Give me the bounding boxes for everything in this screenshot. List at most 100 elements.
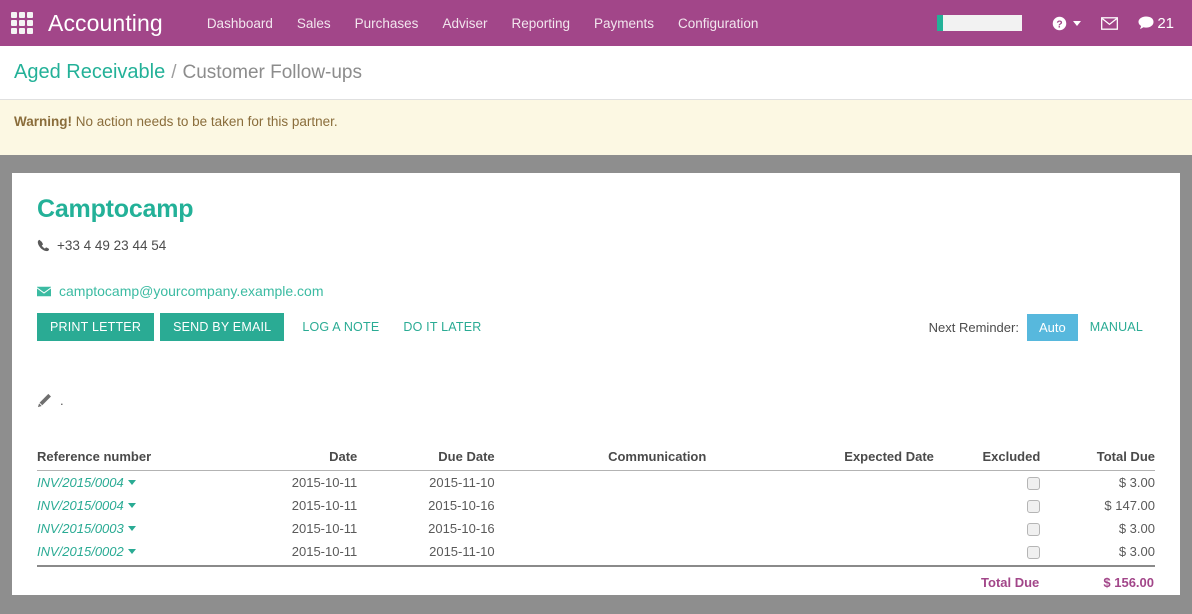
cell-expected-date [706,471,934,495]
cell-communication [495,517,707,540]
breadcrumb-current: Customer Follow-ups [183,62,363,84]
cell-excluded [934,517,1040,540]
help-menu-button[interactable]: ? [1042,10,1091,37]
invoice-link[interactable]: INV/2015/0003 [37,521,124,536]
menu-item-reporting[interactable]: Reporting [499,10,582,37]
chevron-down-icon [1073,21,1081,26]
warning-banner: Warning! No action needs to be taken for… [0,100,1192,155]
next-reminder-label: Next Reminder: [929,320,1019,335]
log-a-note-button[interactable]: LOG A NOTE [290,313,391,341]
header-total-due[interactable]: Total Due [1040,449,1155,471]
breadcrumb-separator: / [171,62,176,84]
partner-email-link[interactable]: camptocamp@yourcompany.example.com [59,283,324,299]
table-footer-row: Total Due $ 156.00 [37,566,1155,591]
send-by-email-button[interactable]: SEND BY EMAIL [160,313,284,341]
pencil-icon[interactable] [37,393,52,408]
cell-date: 2015-10-11 [290,471,357,495]
followup-table: Reference number Date Due Date Communica… [37,449,1155,591]
reminder-manual-button[interactable]: MANUAL [1078,313,1155,341]
header-reference[interactable]: Reference number [37,449,290,471]
do-it-later-button[interactable]: DO IT LATER [391,313,493,341]
action-buttons-row: PRINT LETTER SEND BY EMAIL LOG A NOTE DO… [37,313,1155,341]
header-expected-date[interactable]: Expected Date [706,449,934,471]
partner-phone: +33 4 49 23 44 54 [57,238,166,253]
phone-icon [37,239,50,252]
footer-spacer-1 [37,566,290,591]
navbar-right-tools: ? 21 [937,0,1184,46]
invoice-link[interactable]: INV/2015/0004 [37,475,124,490]
chevron-down-icon[interactable] [128,480,136,485]
cell-total-due: $ 3.00 [1040,540,1155,566]
cell-total-due: $ 3.00 [1040,517,1155,540]
cell-reference: INV/2015/0004 [37,471,290,495]
menu-item-purchases[interactable]: Purchases [343,10,431,37]
header-excluded[interactable]: Excluded [934,449,1040,471]
footer-spacer-5 [706,566,934,591]
table-footer: Total Due $ 156.00 [37,566,1155,591]
chevron-down-icon[interactable] [128,503,136,508]
mail-button[interactable] [1091,11,1128,36]
table-row: INV/2015/0004 2015-10-11 2015-10-16 $ 14… [37,494,1155,517]
header-communication[interactable]: Communication [495,449,707,471]
excluded-checkbox[interactable] [1027,546,1040,559]
header-date[interactable]: Date [290,449,357,471]
excluded-checkbox[interactable] [1027,500,1040,513]
table-body: INV/2015/0004 2015-10-11 2015-11-10 $ 3.… [37,471,1155,567]
cell-expected-date [706,494,934,517]
invoice-link[interactable]: INV/2015/0002 [37,544,124,559]
cell-total-due: $ 147.00 [1040,494,1155,517]
menu-item-dashboard[interactable]: Dashboard [195,10,285,37]
excluded-checkbox[interactable] [1027,523,1040,536]
top-navbar: Accounting Dashboard Sales Purchases Adv… [0,0,1192,46]
chevron-down-icon[interactable] [128,549,136,554]
table-header-row: Reference number Date Due Date Communica… [37,449,1155,471]
cell-communication [495,471,707,495]
chevron-down-icon[interactable] [128,526,136,531]
cell-reference: INV/2015/0003 [37,517,290,540]
menu-item-adviser[interactable]: Adviser [430,10,499,37]
cell-date: 2015-10-11 [290,517,357,540]
cell-communication [495,540,707,566]
table-row: INV/2015/0003 2015-10-11 2015-10-16 $ 3.… [37,517,1155,540]
partner-name[interactable]: Camptocamp [37,195,1155,224]
table-header: Reference number Date Due Date Communica… [37,449,1155,471]
invoice-link[interactable]: INV/2015/0004 [37,498,124,513]
question-circle-icon: ? [1052,16,1067,31]
footer-spacer-4 [495,566,707,591]
cell-due-date: 2015-11-10 [357,540,494,566]
app-brand-title[interactable]: Accounting [48,10,163,37]
cell-due-date: 2015-10-16 [357,517,494,540]
reminder-auto-button[interactable]: Auto [1027,314,1078,341]
breadcrumb: Aged Receivable / Customer Follow-ups [0,46,1192,100]
table-row: INV/2015/0002 2015-10-11 2015-11-10 $ 3.… [37,540,1155,566]
header-due-date[interactable]: Due Date [357,449,494,471]
next-reminder-group: Next Reminder: Auto MANUAL [929,313,1155,341]
menu-item-sales[interactable]: Sales [285,10,343,37]
warning-message: No action needs to be taken for this par… [76,114,338,129]
cell-excluded [934,494,1040,517]
menu-item-payments[interactable]: Payments [582,10,666,37]
footer-spacer-3 [357,566,494,591]
cell-due-date: 2015-10-16 [357,494,494,517]
cell-reference: INV/2015/0002 [37,540,290,566]
cell-total-due: $ 3.00 [1040,471,1155,495]
footer-spacer-2 [290,566,357,591]
page-content-area: Camptocamp +33 4 49 23 44 54 camptocamp@… [0,155,1192,595]
cell-reference: INV/2015/0004 [37,494,290,517]
apps-grid-icon[interactable] [8,12,36,34]
cell-communication [495,494,707,517]
menu-item-configuration[interactable]: Configuration [666,10,770,37]
warning-prefix: Warning! [14,114,72,129]
cell-expected-date [706,540,934,566]
print-letter-button[interactable]: PRINT LETTER [37,313,154,341]
system-progress-bar[interactable] [937,15,1022,31]
envelope-icon [37,286,51,297]
svg-text:?: ? [1057,19,1063,30]
note-text: . [60,393,64,408]
messages-count: 21 [1157,16,1174,31]
breadcrumb-parent-link[interactable]: Aged Receivable [14,61,165,84]
messages-button[interactable]: 21 [1128,10,1184,37]
main-menu: Dashboard Sales Purchases Adviser Report… [195,10,771,37]
envelope-icon [1101,17,1118,30]
excluded-checkbox[interactable] [1027,477,1040,490]
